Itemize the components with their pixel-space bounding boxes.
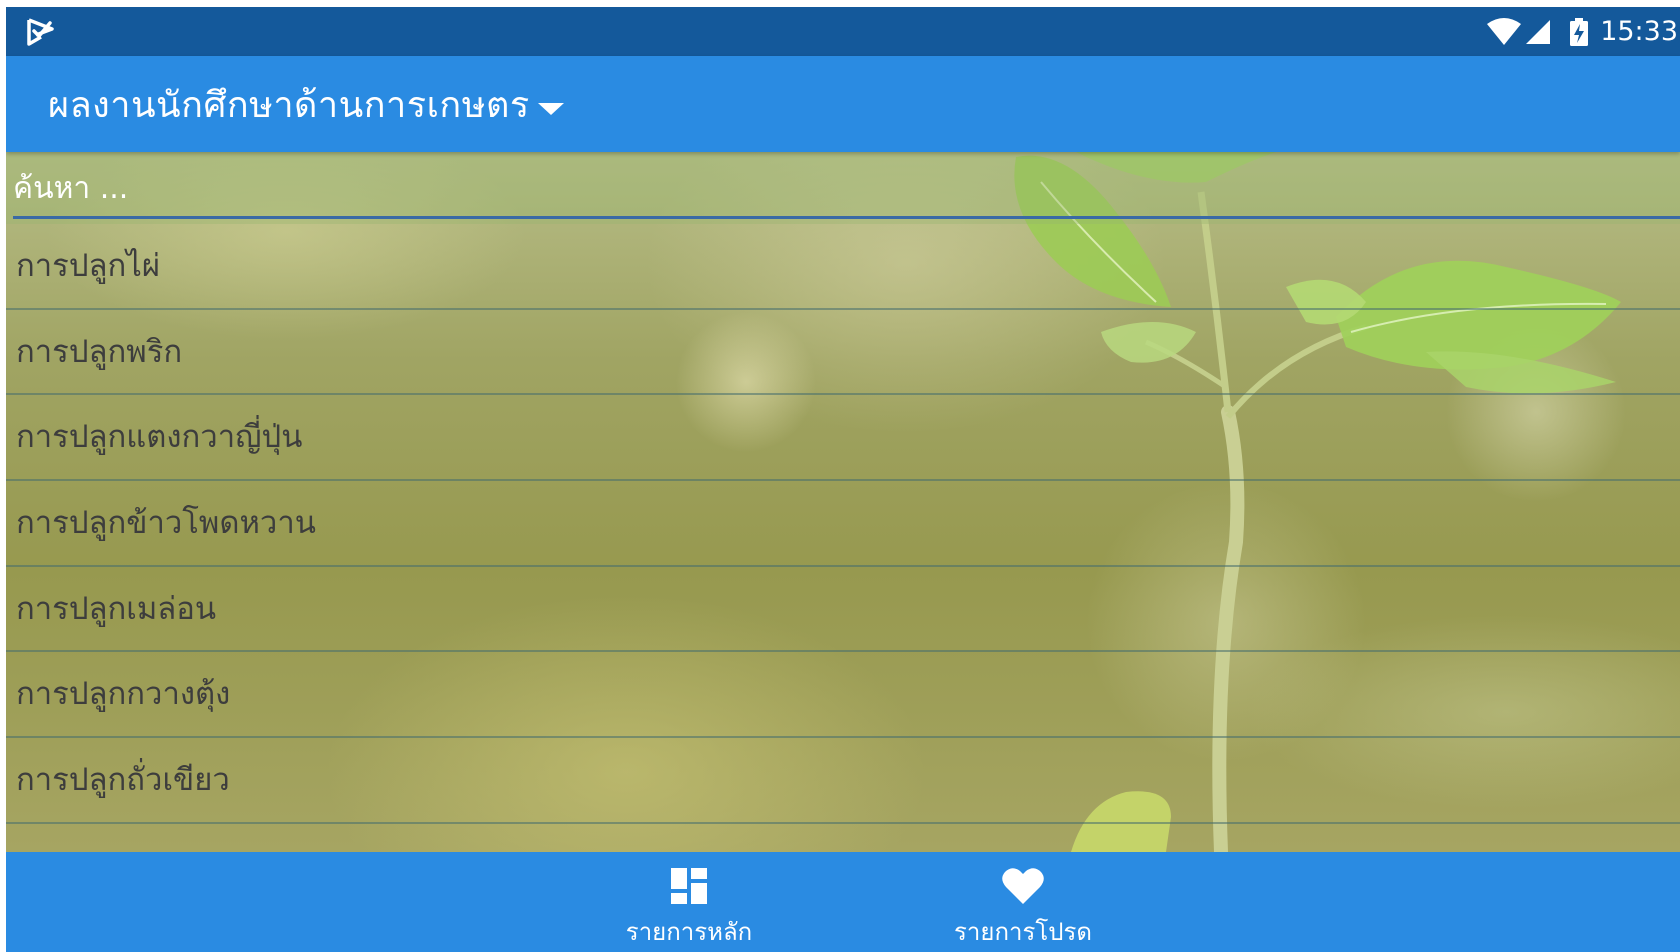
list-item[interactable]: การปลูกถั่วเขียว <box>6 738 1680 824</box>
nav-main-label: รายการหลัก <box>625 918 753 946</box>
list-item-label: การปลูกไผ่ <box>16 248 161 284</box>
search-bar <box>6 152 1680 224</box>
system-tray: 15:33 <box>1486 7 1680 56</box>
search-input[interactable] <box>13 166 1673 210</box>
content-area: การปลูกไผ่ การปลูกพริก การปลูกแตงกวาญี่ป… <box>6 152 1680 852</box>
heart-icon <box>1002 868 1044 904</box>
signal-icon <box>1526 19 1551 44</box>
bottom-navigation: รายการหลัก รายการโปรด <box>6 852 1680 952</box>
list-item-label: การปลูกข้าวโพดหวาน <box>16 505 316 542</box>
wifi-icon <box>1487 17 1522 45</box>
dashboard-icon <box>671 868 707 904</box>
list-item[interactable]: การปลูกกวางตุ้ง <box>6 652 1680 739</box>
battery-charging-icon <box>1570 17 1589 46</box>
list-item[interactable]: การปลูกข้าวโพดหวาน <box>6 481 1680 567</box>
title-spinner[interactable]: ผลงานนักศึกษาด้านการเกษตร <box>48 56 564 152</box>
list-item-label: การปลูกพริก <box>16 333 183 370</box>
nav-favorites-label: รายการโปรด <box>954 918 1092 946</box>
app-logo-icon <box>27 18 54 46</box>
list-item-label: การปลูกเมล่อน <box>16 590 217 627</box>
list-item[interactable]: การปลูกไผ่ <box>6 224 1680 310</box>
list-item-label: การปลูกแตงกวาญี่ปุ่น <box>16 419 303 456</box>
list-item[interactable]: การปลูกแตงกวาญี่ปุ่น <box>6 395 1680 482</box>
status-clock: 15:33 <box>1600 16 1678 47</box>
caret-down-icon[interactable] <box>537 103 564 115</box>
nav-main-list-button[interactable]: รายการหลัก <box>589 852 789 952</box>
nav-favorites-button[interactable]: รายการโปรด <box>923 852 1123 952</box>
page-title[interactable]: ผลงานนักศึกษาด้านการเกษตร <box>48 76 530 133</box>
app-screen: 15:33 ผลงานนักศึกษาด้านการเกษตร ค้นหา ..… <box>6 7 1680 952</box>
list-item[interactable]: การปลูกพริก <box>6 310 1680 396</box>
topic-list: การปลูกไผ่ การปลูกพริก การปลูกแตงกวาญี่ป… <box>6 224 1680 824</box>
search-underline <box>13 216 1680 219</box>
app-bar: ผลงานนักศึกษาด้านการเกษตร <box>6 56 1680 152</box>
list-item[interactable]: การปลูกเมล่อน <box>6 567 1680 653</box>
list-item-label: การปลูกถั่วเขียว <box>16 762 230 799</box>
status-bar: 15:33 <box>6 7 1680 56</box>
list-item-label: การปลูกกวางตุ้ง <box>16 676 231 713</box>
